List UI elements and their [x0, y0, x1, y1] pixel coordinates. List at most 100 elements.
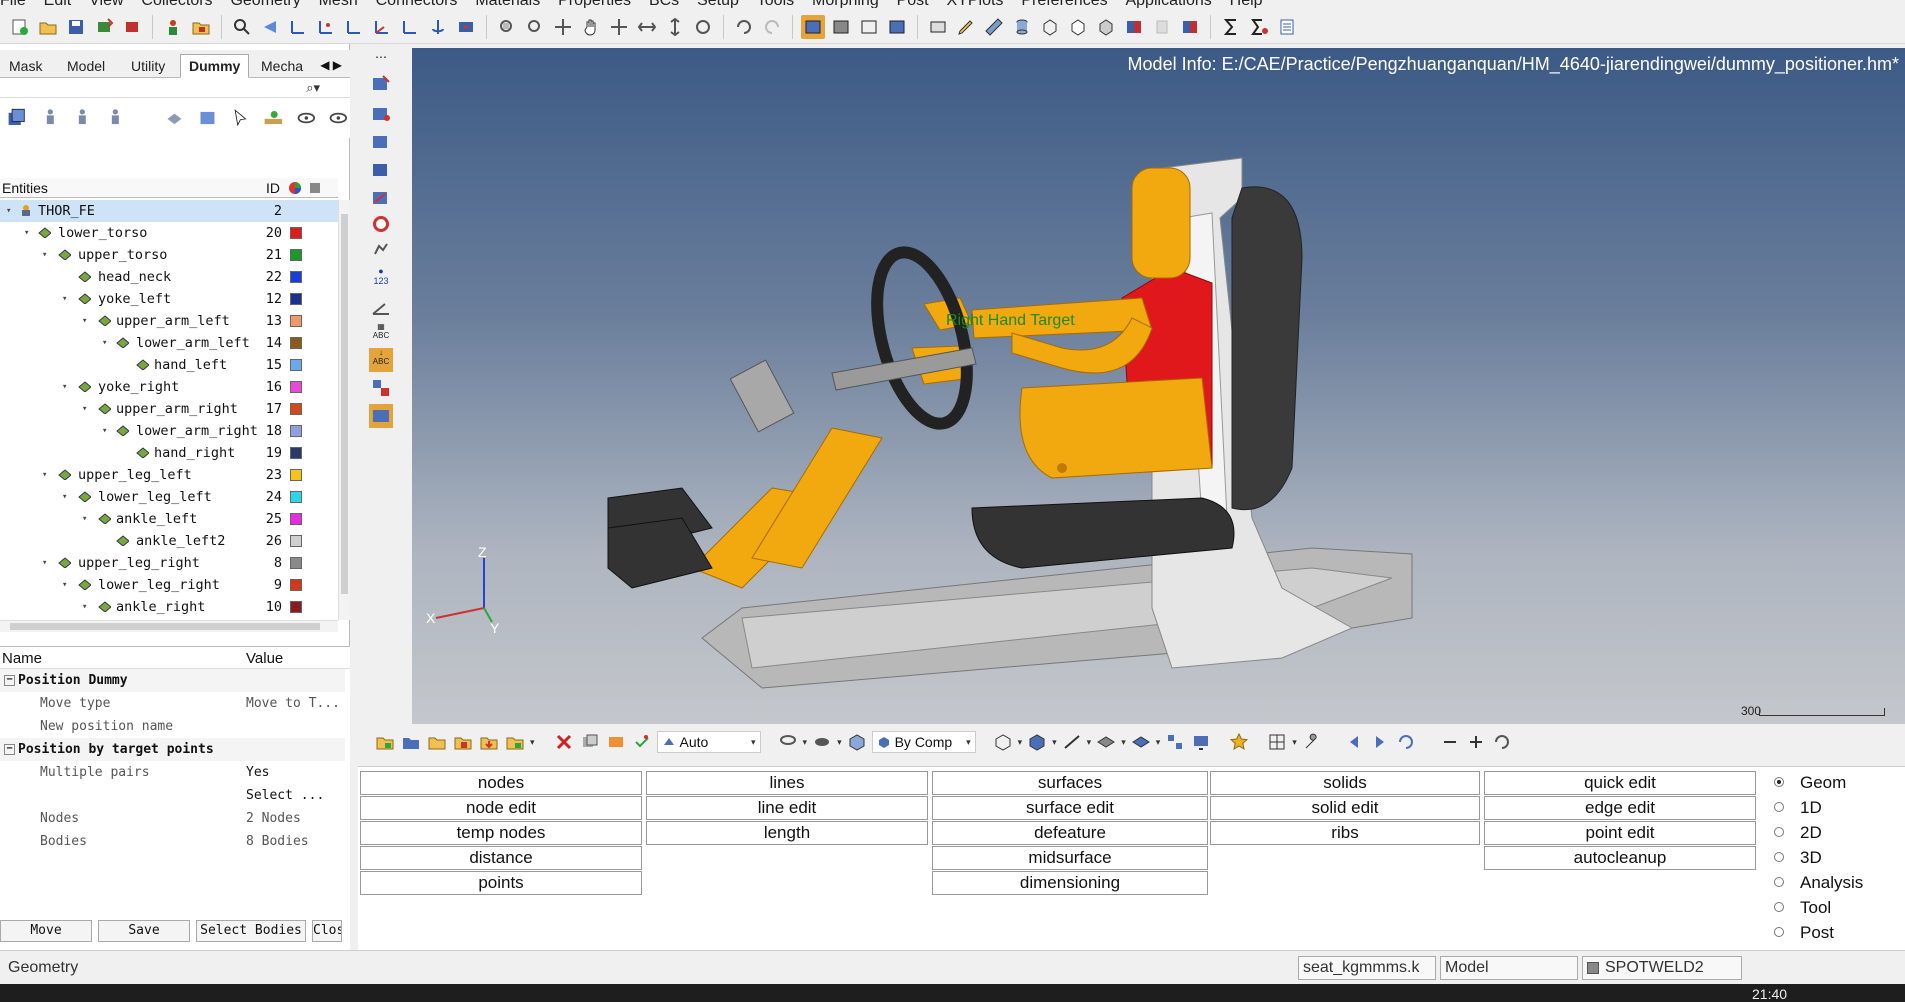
orient-bottom-icon[interactable]	[398, 15, 422, 39]
component-manager-icon[interactable]	[161, 15, 185, 39]
color-swatch[interactable]	[290, 403, 302, 415]
tree-row-head-neck[interactable]: head_neck 22	[0, 266, 338, 288]
color-swatch[interactable]	[290, 601, 302, 613]
orient-xz-icon[interactable]	[342, 15, 366, 39]
prop-select-button[interactable]: Select ...	[0, 784, 345, 807]
camera-view-icon[interactable]	[454, 15, 478, 39]
menu-edit[interactable]: Edit	[44, 0, 72, 8]
prop-bodies[interactable]: Bodies 8 Bodies	[0, 830, 345, 853]
color-swatch[interactable]	[290, 469, 302, 481]
solid-icon[interactable]	[1026, 731, 1048, 753]
color-swatch[interactable]	[290, 425, 302, 437]
vertical-move-icon[interactable]	[663, 15, 687, 39]
entity-display-icon[interactable]	[926, 15, 950, 39]
next-icon[interactable]	[1369, 731, 1391, 753]
component-color-icon[interactable]	[374, 731, 396, 753]
menu-view[interactable]: View	[89, 0, 123, 8]
save-model-icon[interactable]	[64, 15, 88, 39]
tree-row-thor-fe[interactable]: ▾ THOR_FE 2	[0, 200, 338, 222]
pencil-icon[interactable]	[954, 15, 978, 39]
radio-tool[interactable]: Tool	[1774, 898, 1831, 918]
tree-row-hand-right[interactable]: hand_right 19	[0, 442, 338, 464]
translate-icon[interactable]	[551, 15, 575, 39]
menu-mesh[interactable]: Mesh	[319, 0, 358, 8]
dummy-icon-3[interactable]	[104, 105, 127, 131]
move-icon[interactable]	[607, 15, 631, 39]
solid-edit-button[interactable]: solid edit	[1210, 796, 1480, 820]
rotate-icon[interactable]	[691, 15, 715, 39]
select-button[interactable]: Select ...	[246, 784, 346, 807]
tree-row-upper-leg-left[interactable]: ▾ upper_leg_left 23	[0, 464, 338, 486]
tree-row-yoke-right[interactable]: ▾ yoke_right 16	[0, 376, 338, 398]
folder-green-icon[interactable]	[504, 731, 526, 753]
menu-tools[interactable]: Tools	[757, 0, 794, 8]
entity-view-icon[interactable]	[6, 105, 29, 131]
horizontal-move-icon[interactable]	[635, 15, 659, 39]
tree-row-upper-arm-right[interactable]: ▾ upper_arm_right 17	[0, 398, 338, 420]
body-icon[interactable]	[164, 105, 187, 131]
color-swatch[interactable]	[290, 227, 302, 239]
tree-horizontal-scrollbar[interactable]	[0, 620, 338, 632]
radio-2d[interactable]: 2D	[1774, 823, 1822, 843]
color-swatch[interactable]	[290, 513, 302, 525]
display-mode-select[interactable]: Auto ▾	[656, 731, 761, 753]
ruler-icon[interactable]	[982, 15, 1006, 39]
eye-plus-icon[interactable]	[295, 105, 318, 131]
new-model-icon[interactable]	[8, 15, 32, 39]
menu-materials[interactable]: Materials	[475, 0, 540, 8]
tab-model[interactable]: Model	[58, 54, 114, 78]
menu-geometry[interactable]: Geometry	[230, 0, 300, 8]
copy-icon[interactable]	[579, 731, 601, 753]
tab-scroll-arrows[interactable]: ◀ ▶	[320, 58, 342, 72]
sum-icon[interactable]	[1219, 15, 1243, 39]
autocleanup-button[interactable]: autocleanup	[1484, 846, 1756, 870]
dummy-icon-1[interactable]	[39, 105, 62, 131]
element-color-icon[interactable]	[1178, 15, 1202, 39]
box-icon[interactable]	[846, 731, 868, 753]
tree-row-lower-arm-left[interactable]: ▾ lower_arm_left 14	[0, 332, 338, 354]
nodes-button[interactable]: nodes	[360, 771, 642, 795]
points-button[interactable]: points	[360, 871, 642, 895]
zoom-window-icon[interactable]	[523, 15, 547, 39]
length-button[interactable]: length	[646, 821, 928, 845]
line-style-icon[interactable]	[1061, 731, 1083, 753]
color-swatch[interactable]	[290, 535, 302, 547]
radio-analysis[interactable]: Analysis	[1774, 873, 1863, 893]
tree-row-ankle-left[interactable]: ▾ ankle_left 25	[0, 508, 338, 530]
select-cursor-icon[interactable]	[229, 105, 252, 131]
delete-icon[interactable]	[553, 731, 575, 753]
tab-mecha[interactable]: Mecha	[252, 54, 312, 78]
open-model-icon[interactable]	[36, 15, 60, 39]
tab-dummy[interactable]: Dummy	[180, 54, 250, 78]
node-edit-button[interactable]: node edit	[360, 796, 642, 820]
menu-morphing[interactable]: Morphing	[812, 0, 879, 8]
display-wire-icon[interactable]	[857, 15, 881, 39]
surface-edit-button[interactable]: surface edit	[932, 796, 1208, 820]
monitor-icon[interactable]	[1190, 731, 1212, 753]
wrench-icon[interactable]	[1301, 731, 1323, 753]
distance-button[interactable]: distance	[360, 846, 642, 870]
plus-icon[interactable]	[1465, 731, 1487, 753]
back-view-icon[interactable]	[258, 15, 282, 39]
attach-icon[interactable]	[369, 240, 393, 264]
reset-icon[interactable]	[1491, 731, 1513, 753]
quick-edit-button[interactable]: quick edit	[1484, 771, 1756, 795]
color-swatch[interactable]	[290, 557, 302, 569]
redo-view-icon[interactable]	[760, 15, 784, 39]
tab-utility[interactable]: Utility	[122, 54, 174, 78]
menu-applications[interactable]: Applications	[1125, 0, 1211, 8]
display-all-icon[interactable]	[801, 14, 825, 39]
current-component-field[interactable]: SPOTWELD2	[1582, 956, 1742, 980]
previous-icon[interactable]	[1343, 731, 1365, 753]
plane-icon[interactable]	[1095, 731, 1117, 753]
angle-icon[interactable]	[369, 296, 393, 320]
label-abc-icon[interactable]: ▦ ABC	[369, 322, 393, 346]
orient-xy-icon[interactable]	[286, 15, 310, 39]
color-swatch[interactable]	[290, 447, 302, 459]
layout-icon[interactable]	[1266, 731, 1288, 753]
transparent-icon[interactable]	[1150, 15, 1174, 39]
surfaces-button[interactable]: surfaces	[932, 771, 1208, 795]
measure-icon[interactable]	[369, 404, 393, 428]
wireframe-icon[interactable]	[992, 731, 1014, 753]
lines-button[interactable]: lines	[646, 771, 928, 795]
